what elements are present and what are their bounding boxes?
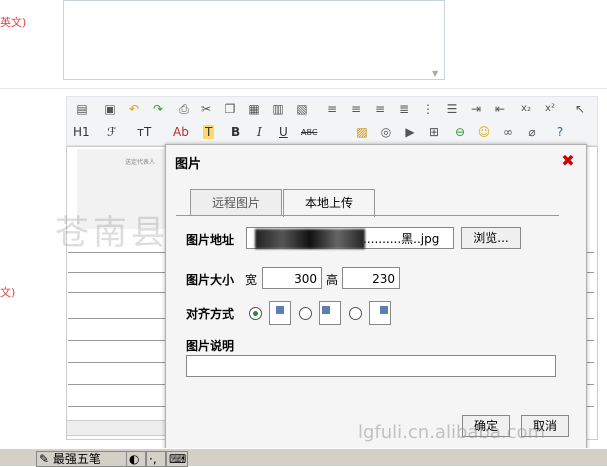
undo-icon[interactable]: ↶	[127, 102, 141, 116]
browse-button[interactable]: 浏览...	[461, 227, 521, 249]
paste-icon[interactable]: ▦	[247, 102, 261, 116]
unordered-list-icon[interactable]: ☰	[445, 102, 459, 116]
divider	[0, 88, 607, 89]
height-input[interactable]: 230	[342, 267, 400, 289]
hr-icon[interactable]: ⊖	[453, 125, 467, 139]
link-icon[interactable]: ∞	[501, 125, 515, 139]
ordered-list-icon[interactable]: ⋮	[421, 102, 435, 116]
width-label: 宽	[245, 273, 258, 287]
text-color-button[interactable]: Ab	[173, 125, 189, 139]
upper-textarea[interactable]: ▼	[63, 0, 445, 80]
paste-text-icon[interactable]: ▥	[271, 102, 285, 116]
height-label: 高	[326, 273, 339, 287]
address-label: 图片地址	[186, 233, 235, 247]
table-icon[interactable]: ⊞	[427, 125, 441, 139]
redo-icon[interactable]: ↷	[151, 102, 165, 116]
source-icon[interactable]: ▤	[75, 102, 89, 116]
align-right-icon[interactable]: ≡	[373, 102, 387, 116]
taskbar-ime-label: 最强五笔	[52, 452, 101, 466]
unlink-icon[interactable]: ⌀	[525, 125, 539, 139]
description-field[interactable]	[186, 355, 556, 377]
copy-icon[interactable]: ❐	[223, 102, 237, 116]
width-input[interactable]: 300	[262, 267, 322, 289]
description-label: 图片说明	[186, 339, 235, 353]
preview-icon[interactable]: ▣	[103, 102, 117, 116]
font-size-menu[interactable]: тT	[137, 125, 151, 139]
taskbar: ✎ 最强五笔 ◐ ·, ⌨	[0, 448, 607, 467]
editor-toolbar: ▤ ▣ ↶ ↷ ⎙ ✂ ❐ ▦ ▥ ▧ ≡ ≡ ≡ ≣ ⋮ ☰ ⇥ ⇤ x₂ x…	[66, 96, 598, 146]
italic-button[interactable]: I	[257, 125, 262, 139]
underline-button[interactable]: U	[279, 125, 288, 139]
media-icon[interactable]: ▶	[403, 125, 417, 139]
select-all-icon[interactable]: ↖	[573, 102, 587, 116]
size-label: 图片大小	[186, 273, 235, 287]
dialog-title: 图片	[175, 157, 202, 172]
align-left-radio[interactable]	[299, 307, 312, 320]
address-value: ..........黑..jpg	[363, 232, 440, 246]
align-left-icon[interactable]: ≡	[325, 102, 339, 116]
form-label-english: 英文)	[0, 16, 27, 29]
font-family-menu[interactable]: ℱ	[107, 125, 116, 139]
tab-local-upload[interactable]: 本地上传	[283, 189, 375, 217]
align-right-radio[interactable]	[349, 307, 362, 320]
close-icon[interactable]: ✖	[560, 153, 576, 169]
left-panel: 英文) 文)	[0, 0, 62, 442]
outdent-icon[interactable]: ⇤	[493, 102, 507, 116]
form-label-english-2: 文)	[0, 286, 16, 299]
align-none-icon	[269, 301, 291, 325]
tab-underline	[176, 215, 559, 216]
align-label: 对齐方式	[186, 307, 235, 321]
tab-remote-image[interactable]: 远程图片	[190, 189, 282, 216]
bold-button[interactable]: B	[231, 125, 240, 139]
site-watermark: lgfuli.cn.alibaba.com	[358, 422, 546, 443]
scroll-down-icon[interactable]: ▼	[432, 69, 442, 78]
redacted-filename	[255, 229, 365, 249]
indent-icon[interactable]: ⇥	[469, 102, 483, 116]
strikethrough-button[interactable]: ABC	[301, 126, 317, 140]
highlight-button[interactable]: T	[203, 125, 215, 139]
align-right-image-icon	[369, 301, 391, 325]
pen-icon: ✎	[39, 452, 50, 466]
print-icon[interactable]: ⎙	[177, 102, 191, 116]
align-none-radio[interactable]	[249, 307, 262, 320]
help-icon[interactable]: ?	[553, 125, 567, 139]
preview-caption: 送定代表人	[125, 159, 156, 166]
align-center-icon[interactable]: ≡	[349, 102, 363, 116]
heading-menu[interactable]: H1	[73, 125, 90, 139]
flash-icon[interactable]: ◎	[379, 125, 393, 139]
cut-icon[interactable]: ✂	[199, 102, 213, 116]
justify-icon[interactable]: ≣	[397, 102, 411, 116]
subscript-icon[interactable]: x₂	[519, 102, 533, 116]
align-left-image-icon	[319, 301, 341, 325]
paste-word-icon[interactable]: ▧	[295, 102, 309, 116]
image-dialog: 图片 ✖ 远程图片 本地上传 图片地址 ..........黑..jpg 浏览.…	[165, 144, 587, 452]
superscript-icon[interactable]: x²	[543, 102, 557, 116]
image-icon[interactable]: ▨	[355, 125, 369, 139]
emoticon-icon[interactable]: ☺	[477, 125, 491, 139]
